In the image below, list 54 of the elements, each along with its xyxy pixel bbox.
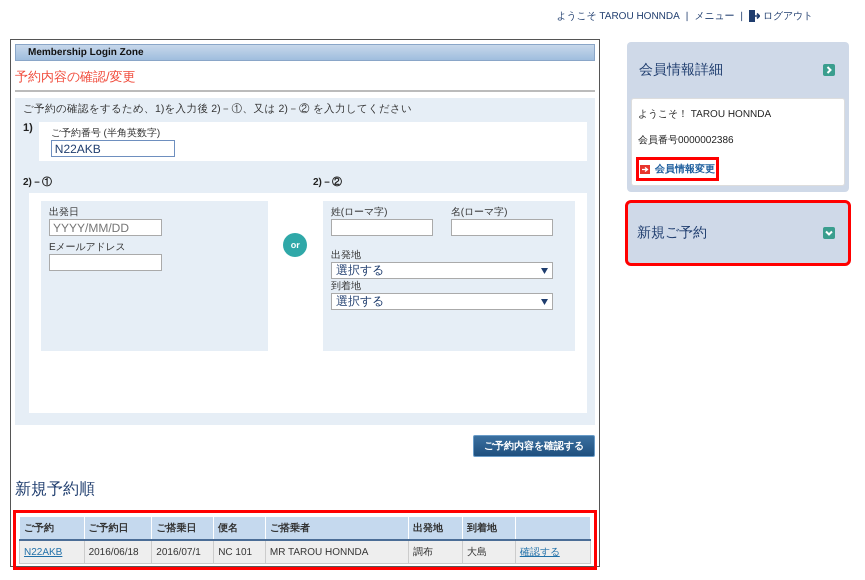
- email-field[interactable]: [49, 254, 162, 271]
- arrow-icon: [640, 164, 650, 174]
- table-cell: 大島: [462, 540, 516, 564]
- field-label: 姓(ローマ字): [330, 206, 388, 219]
- menu-link[interactable]: メニュー: [694, 9, 734, 23]
- section-title: 新規予約順: [15, 480, 96, 500]
- or-badge: or: [283, 233, 308, 257]
- logout-icon[interactable]: [749, 10, 760, 22]
- table-link[interactable]: N22AKB: [24, 546, 62, 558]
- confirm-button[interactable]: ご予約内容を確認する: [473, 435, 595, 457]
- chevron-right-icon[interactable]: [823, 64, 835, 76]
- welcome-text: ようこそ TAROU HONNDA: [556, 10, 680, 23]
- table-cell: 2016/06/18: [84, 540, 152, 564]
- separator: |: [740, 10, 743, 22]
- column-header: ご搭乗者: [265, 516, 409, 540]
- page-title: 予約内容の確認/変更: [15, 61, 595, 92]
- member-number: 会員番号0000002386: [638, 134, 735, 147]
- member-change-link[interactable]: 会員情報変更: [638, 159, 717, 179]
- step-heading: 2)－①: [23, 176, 53, 189]
- column-header: ご搭乗日: [152, 516, 214, 540]
- field-label: 名(ローマ字): [450, 206, 508, 219]
- panel-title: 会員情報詳細: [639, 61, 723, 79]
- new-booking-panel[interactable]: 新規ご予約: [627, 202, 849, 264]
- separator: |: [686, 10, 688, 22]
- zone-title-bar: Membership Login Zone: [15, 44, 595, 61]
- column-header: 到着地: [462, 516, 516, 540]
- table-cell: 2016/07/1: [152, 540, 214, 564]
- table-link[interactable]: 確認する: [520, 547, 560, 558]
- dropdown-arrow-icon: [540, 268, 548, 274]
- field-label: 到着地: [330, 280, 362, 293]
- column-header: ご予約日: [84, 516, 152, 540]
- field-label: Eメールアドレス: [49, 241, 127, 254]
- booking-number-field[interactable]: N22AKB: [50, 140, 175, 157]
- step-heading: 2)－②: [313, 176, 342, 189]
- table-cell: NC 101: [214, 540, 266, 564]
- table-cell: MR TAROU HONNDA: [265, 540, 409, 564]
- logout-link[interactable]: ログアウト: [763, 9, 813, 23]
- field-label: 出発地: [330, 248, 362, 262]
- first-name-field[interactable]: [450, 219, 553, 236]
- chevron-down-icon[interactable]: [823, 227, 835, 239]
- instruction-text: ご予約の確認をするため、1)を入力後 2)－①、又は 2)－② を入力してください: [23, 102, 413, 116]
- table-cell: 調布: [408, 540, 463, 564]
- column-header: 便名: [214, 516, 266, 540]
- last-name-field[interactable]: [330, 219, 433, 236]
- column-header: 出発地: [408, 516, 463, 540]
- greeting-text: ようこそ！ TAROU HONNDA: [638, 108, 772, 121]
- dropdown-arrow-icon: [540, 298, 548, 304]
- step-number: 1): [23, 122, 33, 136]
- origin-dropdown[interactable]: 選択する: [330, 262, 553, 279]
- field-label: ご予約番号 (半角英数字): [50, 126, 162, 140]
- field-label: 出発日: [49, 206, 80, 219]
- date-field[interactable]: YYYY/MM/DD: [49, 219, 162, 236]
- destination-dropdown[interactable]: 選択する: [330, 293, 553, 310]
- column-header: ご予約: [20, 516, 84, 540]
